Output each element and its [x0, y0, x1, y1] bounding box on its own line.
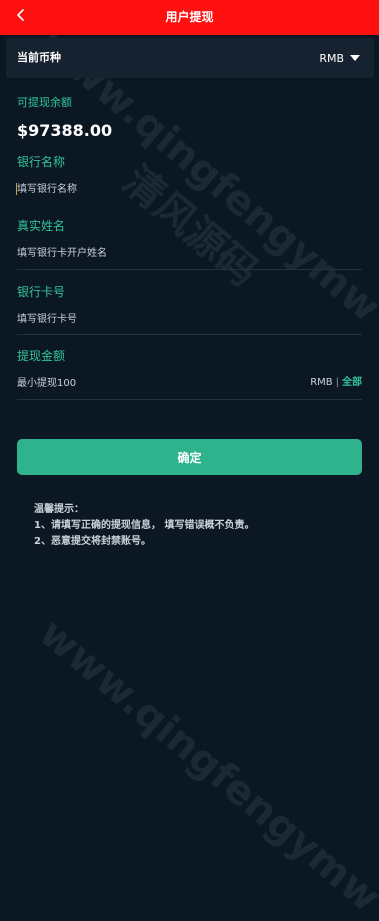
confirm-button[interactable]: 确定 — [17, 439, 362, 475]
tips-block: 温馨提示： 1、请填写正确的提现信息， 填写错误概不负责。 2、恶意提交将封禁账… — [34, 502, 254, 550]
tips-line: 2、恶意提交将封禁账号。 — [34, 536, 151, 547]
balance-label: 可提现余额 — [17, 96, 72, 109]
real-name-label: 真实姓名 — [17, 219, 66, 233]
bank-name-input[interactable] — [17, 176, 362, 202]
watermark-name: 清风源码 — [114, 157, 267, 296]
tips-line: 1、请填写正确的提现信息， 填写错误概不负责。 — [34, 520, 255, 531]
amount-separator: | — [335, 377, 339, 388]
card-number-input[interactable] — [17, 306, 362, 332]
currency-row: 当前币种 RMB — [6, 38, 374, 78]
card-number-label: 银行卡号 — [17, 285, 66, 299]
caret-down-icon — [350, 55, 360, 61]
amount-unit: RMB — [310, 377, 333, 388]
currency-value: RMB — [319, 51, 344, 65]
page-title: 用户提现 — [165, 10, 214, 24]
divider — [17, 334, 362, 335]
currency-label: 当前币种 — [17, 51, 61, 64]
watermark-domain-bottom: www.qingfengymw — [30, 610, 379, 921]
header-bar: 用户提现 — [0, 0, 379, 35]
tips-title: 温馨提示： — [34, 504, 84, 515]
divider — [17, 399, 362, 400]
divider — [17, 269, 362, 270]
balance-value: $97388.00 — [17, 121, 113, 140]
amount-input[interactable] — [17, 370, 287, 396]
bank-name-label: 银行名称 — [17, 155, 66, 169]
amount-label: 提现金额 — [17, 349, 66, 363]
real-name-input[interactable] — [17, 240, 362, 266]
amount-suffix: RMB | 全部 — [310, 376, 362, 390]
currency-select[interactable]: RMB — [319, 38, 360, 78]
all-amount-link[interactable]: 全部 — [342, 377, 362, 388]
